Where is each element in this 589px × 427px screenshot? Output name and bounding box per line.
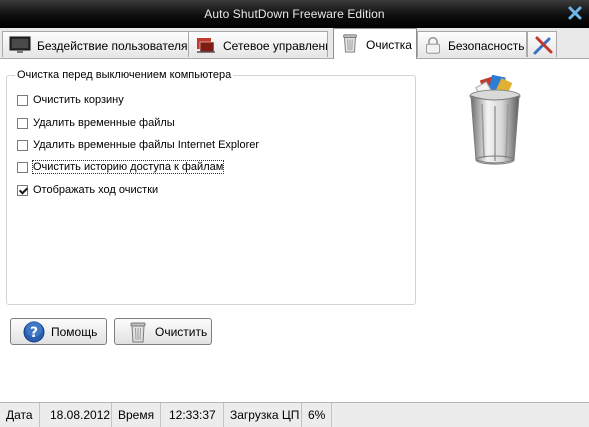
tab-label: Безопасность [448,39,525,53]
checkbox[interactable] [17,94,28,106]
window-title: Auto ShutDown Freeware Edition [204,7,385,21]
tab-tools[interactable] [527,31,557,57]
lock-icon [426,36,440,54]
group-title: Очистка перед выключением компьютера [15,69,234,81]
clean-button-label: Очистить [155,325,208,339]
monitor-icon [9,36,31,53]
tab-strip: Бездействие пользователя Сетевое управле… [0,28,589,81]
tab-cleanup[interactable]: Очистка [333,28,417,59]
tab-label: Очистка [366,38,412,52]
help-button-label: Помощь [51,325,98,339]
trash-icon [343,34,357,53]
status-time-value: 12:33:37 [161,403,224,427]
option-show-progress[interactable]: Отображать ход очистки [17,183,158,197]
tab-label: Бездействие пользователя [37,39,188,53]
option-clear-file-history[interactable]: Очистить историю доступа к файлам [17,160,225,174]
title-bar[interactable]: Auto ShutDown Freeware Edition [0,0,589,28]
network-icon [197,38,215,53]
checkbox[interactable] [17,184,28,196]
tab-user-inactivity[interactable]: Бездействие пользователя [2,31,189,57]
clean-button[interactable]: Очистить [114,318,212,345]
option-label: Отображать ход очистки [33,184,159,196]
trash-icon [130,322,146,343]
checkbox[interactable] [17,117,28,129]
tab-network-control[interactable]: Сетевое управление [188,31,328,57]
checkbox[interactable] [17,139,28,151]
app-window: Auto ShutDown Freeware Edition Бездейств… [0,0,589,427]
checkbox[interactable] [17,161,28,173]
option-label: Удалить временные файлы [33,117,175,129]
option-empty-recycle-bin[interactable]: Очистить корзину [17,93,124,107]
tab-label: Сетевое управление [223,39,328,53]
cleanup-panel: Очистка перед выключением компьютера Очи… [0,59,589,402]
status-cpu-label: Загрузка ЦП [224,403,302,427]
status-date-label: Дата [0,403,40,427]
recycle-bin-icon [469,74,521,165]
tab-security[interactable]: Безопасность [417,31,527,57]
option-label: Очистить корзину [33,94,124,106]
option-delete-temp-files[interactable]: Удалить временные файлы [17,116,175,130]
tools-icon [533,36,553,55]
option-delete-ie-temp-files[interactable]: Удалить временные файлы Internet Explore… [17,138,259,152]
option-label: Удалить временные файлы Internet Explore… [33,139,260,151]
help-button[interactable]: ? Помощь [10,318,107,345]
svg-text:?: ? [30,325,38,341]
cleanup-group: Очистка перед выключением компьютера Очи… [6,69,416,305]
status-date-value: 18.08.2012 [40,403,112,427]
status-cpu-value: 6% [302,403,332,427]
option-label: Очистить историю доступа к файлам [31,160,225,174]
status-bar: Дата 18.08.2012 Время 12:33:37 Загрузка … [0,402,589,427]
help-icon: ? [23,321,45,343]
close-icon[interactable] [567,5,583,21]
status-time-label: Время [112,403,161,427]
